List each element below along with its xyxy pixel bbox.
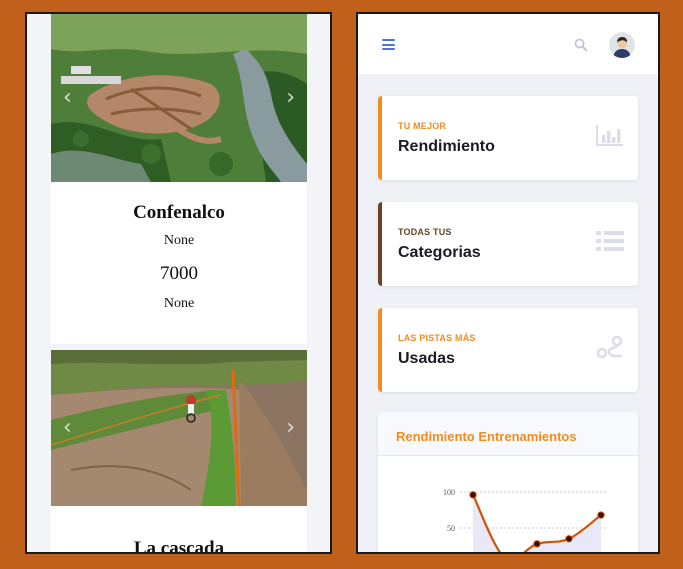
venue-photo-carousel[interactable]: ‹ › — [51, 14, 307, 182]
venue-card[interactable]: ‹ › Confenalco None 7000 None — [51, 14, 307, 344]
carousel-prev-icon[interactable]: ‹ — [63, 87, 72, 109]
venue-name: Confenalco — [133, 202, 225, 223]
venue-details: La cascada — [51, 538, 307, 554]
dashboard-screen: TU MEJOR Rendimiento TODAS TUS Categoria… — [356, 12, 660, 554]
venue-extra: None — [163, 296, 195, 311]
list-icon — [596, 231, 624, 251]
data-point — [469, 491, 477, 499]
stat-card-rendimiento[interactable]: TU MEJOR Rendimiento — [378, 96, 638, 180]
data-point — [533, 540, 541, 548]
chart-header: Rendimiento Entrenamientos — [378, 412, 638, 456]
carousel-next-icon[interactable]: › — [286, 417, 295, 439]
venue-photo-carousel[interactable]: ‹ › — [51, 350, 307, 506]
bar-chart-icon — [596, 125, 623, 146]
venue-list-screen: ‹ › Confenalco None 7000 None ‹ › La cas… — [25, 12, 332, 554]
carousel-prev-icon[interactable]: ‹ — [63, 417, 72, 439]
stat-card-label: LAS PISTAS MÁS — [398, 333, 476, 343]
data-point — [597, 511, 605, 519]
chart-card: Rendimiento Entrenamientos 100 50 — [378, 412, 638, 552]
stat-card-categorias[interactable]: TODAS TUS Categorias — [378, 202, 638, 286]
hamburger-icon[interactable] — [382, 39, 395, 50]
stat-card-title: Categorias — [398, 244, 481, 261]
venue-price: 7000 — [160, 263, 198, 284]
stat-card-usadas[interactable]: LAS PISTAS MÁS Usadas — [378, 308, 638, 392]
venue-card[interactable]: ‹ › La cascada — [51, 350, 307, 554]
venue-details: Confenalco None 7000 None — [51, 202, 307, 312]
stat-card-label: TODAS TUS — [398, 227, 452, 237]
venue-description: None — [163, 233, 195, 248]
chart-title: Rendimiento Entrenamientos — [396, 429, 577, 444]
stat-card-title: Rendimiento — [398, 138, 495, 155]
venue-photo — [51, 350, 307, 506]
stat-card-label: TU MEJOR — [398, 121, 447, 131]
carousel-next-icon[interactable]: › — [286, 87, 295, 109]
venue-name: La cascada — [133, 538, 225, 554]
venue-photo — [51, 14, 307, 182]
top-navbar — [358, 14, 658, 74]
route-icon — [596, 336, 623, 359]
stat-card-title: Usadas — [398, 350, 455, 367]
search-icon[interactable] — [574, 38, 588, 52]
y-tick-label: 100 — [443, 488, 455, 497]
y-tick-label: 50 — [447, 524, 455, 533]
avatar[interactable] — [609, 32, 635, 58]
performance-chart: 100 50 — [443, 488, 607, 552]
data-point — [565, 535, 573, 543]
